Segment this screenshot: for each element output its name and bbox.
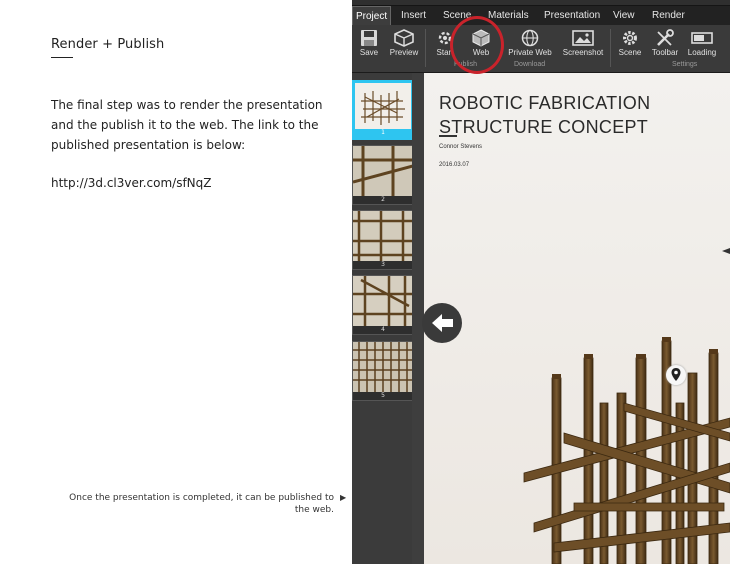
web-button[interactable]: Web [466, 25, 496, 65]
group-label-publish: Publish [454, 61, 477, 68]
3d-viewport[interactable]: ROBOTIC FABRICATION STRUCTURE CONCEPT Co… [424, 73, 730, 564]
group-label-download: Download [514, 61, 546, 68]
menu-materials[interactable]: Materials [488, 6, 529, 25]
scene-label: Scene [618, 48, 642, 57]
thumbnail-image [353, 211, 413, 261]
toolbar-settings-button[interactable]: Toolbar [650, 25, 680, 65]
slide-number: 1 [355, 129, 411, 137]
save-button[interactable]: Save [356, 25, 382, 65]
slide-thumbnail[interactable]: 1 [352, 80, 414, 140]
slide-number: 2 [353, 196, 413, 204]
preview-button[interactable]: Preview [387, 25, 421, 65]
menu-view[interactable]: View [613, 6, 635, 25]
screenshot-label: Screenshot [562, 48, 604, 57]
document-title: Render + Publish [51, 37, 165, 52]
separator [610, 29, 611, 67]
structure-render [523, 248, 730, 564]
document-panel: Render + Publish The final step was to r… [0, 0, 352, 564]
location-pin-icon [671, 368, 681, 381]
slide-number: 5 [353, 392, 413, 400]
separator [425, 29, 426, 67]
loading-icon [691, 32, 713, 44]
loading-settings-button[interactable]: Loading [685, 25, 719, 65]
thumbnail-image [353, 276, 413, 326]
menu-render[interactable]: Render [652, 6, 685, 25]
slide-number: 4 [353, 326, 413, 334]
globe-icon [521, 29, 539, 47]
slide-number: 3 [353, 261, 413, 269]
screenshot-button[interactable]: Screenshot [560, 25, 606, 65]
slide-thumbnail[interactable]: 2 [352, 145, 414, 205]
back-arrow-icon [432, 314, 453, 332]
published-link[interactable]: http://3d.cl3ver.com/sfNqZ [51, 176, 212, 190]
caption-arrow-icon: ▶ [340, 493, 347, 502]
web-label: Web [472, 48, 490, 57]
gear-icon [623, 31, 637, 45]
back-button[interactable] [422, 303, 462, 343]
screenshot-icon [572, 30, 594, 46]
private-web-button[interactable]: Private Web [507, 25, 553, 65]
private-web-label: Private Web [508, 48, 552, 57]
wrench-icon [657, 29, 674, 46]
preview-label: Preview [389, 48, 419, 57]
ribbon-toolbar: Save Preview Start Web Private Web Scree… [352, 25, 730, 73]
location-pin-button[interactable] [666, 365, 686, 385]
thumbnail-image [353, 342, 413, 392]
title-underline [51, 57, 73, 58]
toolbar-label: Toolbar [651, 48, 679, 57]
menu-insert[interactable]: Insert [401, 6, 426, 25]
slide-thumbnail[interactable]: 4 [352, 275, 414, 335]
menu-project[interactable]: Project [352, 6, 392, 26]
web-cube-icon [472, 29, 490, 47]
thumbnail-image [355, 83, 411, 129]
start-icon [438, 31, 452, 45]
thumbnail-image [353, 146, 413, 196]
menu-presentation[interactable]: Presentation [544, 6, 600, 25]
start-button[interactable]: Start [434, 25, 456, 65]
save-label: Save [359, 48, 379, 57]
screenshot-caption: Once the presentation is completed, it c… [69, 493, 334, 515]
scene-settings-button[interactable]: Scene [616, 25, 644, 65]
slide-thumbnail[interactable]: 5 [352, 341, 414, 401]
menu-scene[interactable]: Scene [443, 6, 471, 25]
save-icon [361, 30, 377, 46]
menu-bar: Project Insert Scene Materials Presentat… [352, 5, 730, 26]
loading-label: Loading [687, 48, 717, 57]
slide-thumbnail[interactable]: 3 [352, 210, 414, 270]
start-label: Start [436, 48, 454, 57]
slide-thumbnails: 1 2 3 4 5 [352, 73, 424, 564]
document-body: The final step was to render the present… [51, 98, 323, 152]
preview-icon [394, 29, 414, 47]
app-window: Project Insert Scene Materials Presentat… [352, 0, 730, 564]
group-label-settings: Settings [672, 61, 698, 68]
